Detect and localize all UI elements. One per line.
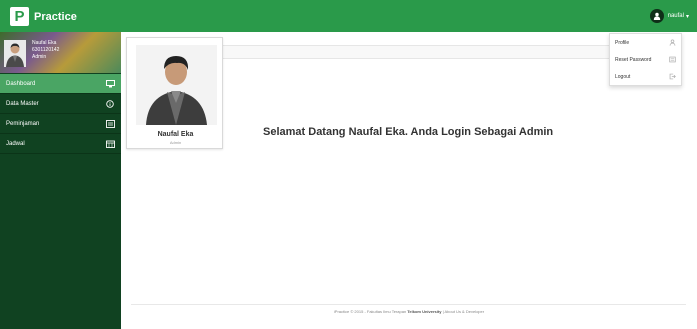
user-icon [668,39,676,46]
sidebar-profile-info: Naufal Eka 6301120142 Admin [32,40,59,61]
footer-about-link[interactable]: | About Us & Developer [441,309,485,314]
sidebar-profile: Naufal Eka 6301120142 Admin [0,32,121,73]
sidebar-profile-name: Naufal Eka [32,40,57,46]
sidebar-item-label: Peminjaman [6,120,40,127]
sidebar-item-data-master[interactable]: Data Master [0,94,121,114]
brand-logo[interactable]: P Practice [10,7,77,26]
profile-card-name: Naufal Eka [157,131,194,138]
footer: iPractice © 2015 - Fakultas Ilmu Terapan… [121,309,697,314]
chevron-down-icon: ▾ [685,13,689,20]
list-icon [105,119,115,128]
sidebar-avatar [4,40,26,67]
monitor-icon [105,79,115,88]
calendar-icon [105,140,115,148]
dropdown-item-label: Logout [615,73,631,80]
top-navbar: P Practice naufal ▾ [0,0,697,32]
user-icon [649,9,664,23]
info-circle-icon [105,99,115,108]
footer-university: Telkom University [407,309,442,314]
sidebar-nav: Dashboard Data Master Peminjaman Jadwal [0,74,121,154]
footer-divider [131,304,686,305]
profile-card: Naufal Eka Admin [126,37,223,149]
brand-name: Practice [34,10,77,23]
user-dropdown-menu: Profile Reset Password Logout [609,33,682,86]
sidebar-item-jadwal[interactable]: Jadwal [0,134,121,154]
dropdown-item-label: Reset Password [615,56,652,63]
brand-letter: P [10,7,29,26]
sidebar-item-dashboard[interactable]: Dashboard [0,74,121,94]
sidebar-item-label: Jadwal [6,140,25,147]
sidebar-profile-id: 6301120142 [32,47,60,53]
dropdown-item-reset-password[interactable]: Reset Password [610,51,681,68]
sidebar-item-label: Dashboard [6,80,36,87]
sidebar-profile-role: Admin [32,54,47,60]
welcome-message: Selamat Datang Naufal Eka. Anda Login Se… [263,126,554,138]
logout-icon [668,73,676,80]
dropdown-item-logout[interactable]: Logout [610,68,681,85]
key-icon [668,56,676,63]
sidebar-item-peminjaman[interactable]: Peminjaman [0,114,121,134]
dropdown-item-label: Profile [615,39,630,46]
profile-photo [136,45,217,125]
user-menu-toggle[interactable]: naufal ▾ [649,9,689,23]
profile-card-role: Admin [169,140,182,145]
dropdown-item-profile[interactable]: Profile [610,34,681,51]
sidebar: Naufal Eka 6301120142 Admin Dashboard Da… [0,32,121,329]
sidebar-item-label: Data Master [6,100,39,107]
user-name: naufal [667,13,684,19]
footer-text: iPractice © 2015 - Fakultas Ilmu Terapan [333,309,408,314]
